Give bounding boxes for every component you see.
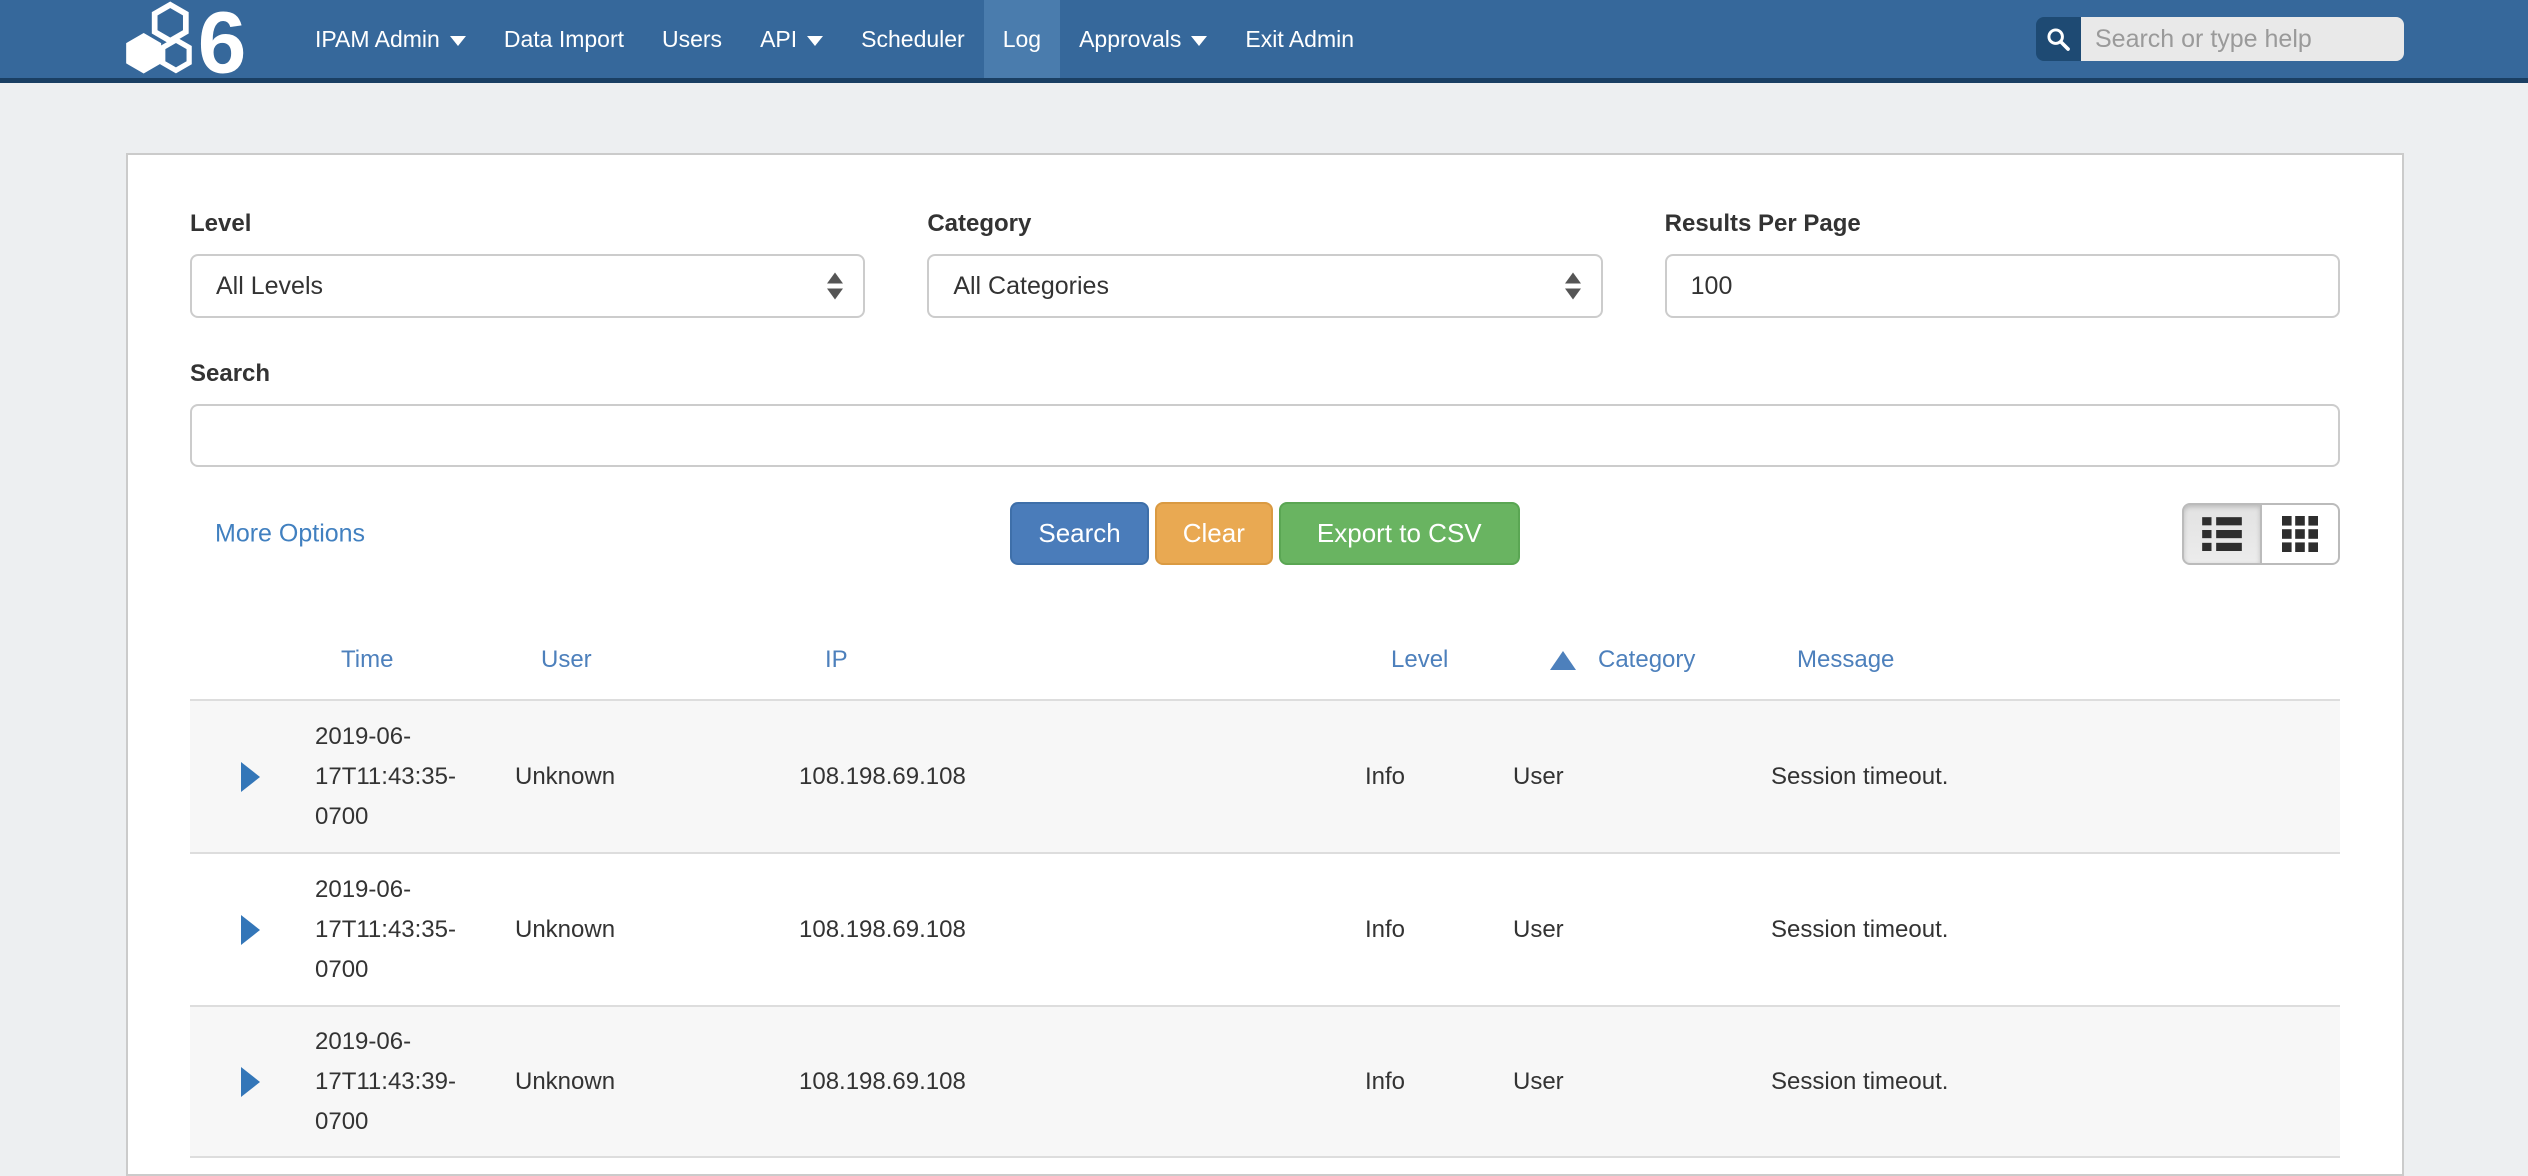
expand-row-icon[interactable] xyxy=(241,1067,260,1097)
view-toggle xyxy=(2182,503,2340,565)
cell-time: 2019-06-17T11:43:39-0700 xyxy=(309,1022,509,1142)
search-button[interactable]: Search xyxy=(1010,502,1148,565)
log-search-input[interactable] xyxy=(190,404,2340,467)
caret-down-icon xyxy=(450,36,466,46)
level-field: Level All Levels xyxy=(190,210,865,318)
actions-row: More Options Search Clear Export to CSV xyxy=(190,502,2340,565)
top-navbar: 6 IPAM Admin Data Import Users API Sched… xyxy=(0,0,2528,83)
grid-view-button[interactable] xyxy=(2261,503,2340,565)
column-header-time[interactable]: Time xyxy=(309,646,509,674)
list-view-icon xyxy=(2202,516,2242,551)
category-label: Category xyxy=(927,210,1602,238)
list-view-button[interactable] xyxy=(2182,503,2261,565)
column-header-ip[interactable]: IP xyxy=(793,646,1359,674)
table-header-row: Time User IP Level Category Message xyxy=(190,621,2340,699)
results-per-page-input[interactable] xyxy=(1665,254,2340,318)
app-logo[interactable]: 6 xyxy=(118,0,270,78)
main-navigation: IPAM Admin Data Import Users API Schedul… xyxy=(296,0,1373,78)
results-per-page-label: Results Per Page xyxy=(1665,210,2340,238)
cell-level: Info xyxy=(1359,1062,1507,1102)
log-table: Time User IP Level Category Message 2019… xyxy=(190,621,2340,1158)
cell-message: Session timeout. xyxy=(1765,757,2340,797)
table-row: 2019-06-17T11:43:35-0700 Unknown 108.198… xyxy=(190,699,2340,852)
nav-item-approvals[interactable]: Approvals xyxy=(1060,0,1226,78)
log-panel: Level All Levels Category All Categories… xyxy=(126,153,2404,1176)
cell-ip: 108.198.69.108 xyxy=(793,757,1359,797)
results-per-page-field: Results Per Page xyxy=(1665,210,2340,318)
cell-message: Session timeout. xyxy=(1765,1062,2340,1102)
level-label: Level xyxy=(190,210,865,238)
select-updown-icon xyxy=(1565,273,1581,300)
select-updown-icon xyxy=(827,273,843,300)
sort-ascending-icon xyxy=(1550,651,1576,670)
cell-category: User xyxy=(1507,1062,1765,1102)
column-header-user[interactable]: User xyxy=(509,646,793,674)
column-header-level[interactable]: Level xyxy=(1359,646,1507,674)
nav-item-users[interactable]: Users xyxy=(643,0,741,78)
nav-item-api[interactable]: API xyxy=(741,0,842,78)
global-search-input[interactable] xyxy=(2081,17,2404,61)
search-label: Search xyxy=(190,360,2340,388)
cell-category: User xyxy=(1507,910,1765,950)
cell-user: Unknown xyxy=(509,757,793,797)
cell-level: Info xyxy=(1359,757,1507,797)
cell-ip: 108.198.69.108 xyxy=(793,910,1359,950)
search-field: Search xyxy=(190,360,2340,467)
cell-message: Session timeout. xyxy=(1765,910,2340,950)
cell-time: 2019-06-17T11:43:35-0700 xyxy=(309,717,509,837)
export-csv-button[interactable]: Export to CSV xyxy=(1279,502,1520,565)
column-header-message[interactable]: Message xyxy=(1765,646,2340,674)
level-select[interactable]: All Levels xyxy=(190,254,865,318)
nav-item-ipam-admin[interactable]: IPAM Admin xyxy=(296,0,485,78)
category-select[interactable]: All Categories xyxy=(927,254,1602,318)
cell-user: Unknown xyxy=(509,910,793,950)
cell-time: 2019-06-17T11:43:35-0700 xyxy=(309,870,509,990)
more-options-link[interactable]: More Options xyxy=(215,519,365,548)
nav-item-exit-admin[interactable]: Exit Admin xyxy=(1226,0,1373,78)
nav-item-log[interactable]: Log xyxy=(984,0,1060,78)
nav-item-data-import[interactable]: Data Import xyxy=(485,0,643,78)
column-header-category[interactable]: Category xyxy=(1507,646,1765,674)
search-icon xyxy=(2045,26,2072,53)
category-field: Category All Categories xyxy=(927,210,1602,318)
search-icon-box[interactable] xyxy=(2036,17,2081,61)
expand-row-icon[interactable] xyxy=(241,762,260,792)
nav-item-scheduler[interactable]: Scheduler xyxy=(842,0,984,78)
expand-row-icon[interactable] xyxy=(241,915,260,945)
grid-view-icon xyxy=(2282,516,2318,552)
global-search xyxy=(2036,17,2404,61)
hexagons-6-logo-icon: 6 xyxy=(118,0,270,78)
cell-category: User xyxy=(1507,757,1765,797)
caret-down-icon xyxy=(807,36,823,46)
filter-bar: Level All Levels Category All Categories… xyxy=(190,210,2340,318)
cell-ip: 108.198.69.108 xyxy=(793,1062,1359,1102)
svg-text:6: 6 xyxy=(198,0,247,78)
table-row: 2019-06-17T11:43:39-0700 Unknown 108.198… xyxy=(190,1005,2340,1158)
table-row: 2019-06-17T11:43:35-0700 Unknown 108.198… xyxy=(190,852,2340,1005)
cell-level: Info xyxy=(1359,910,1507,950)
action-buttons: Search Clear Export to CSV xyxy=(1010,502,1519,565)
clear-button[interactable]: Clear xyxy=(1155,502,1273,565)
cell-user: Unknown xyxy=(509,1062,793,1102)
caret-down-icon xyxy=(1191,36,1207,46)
